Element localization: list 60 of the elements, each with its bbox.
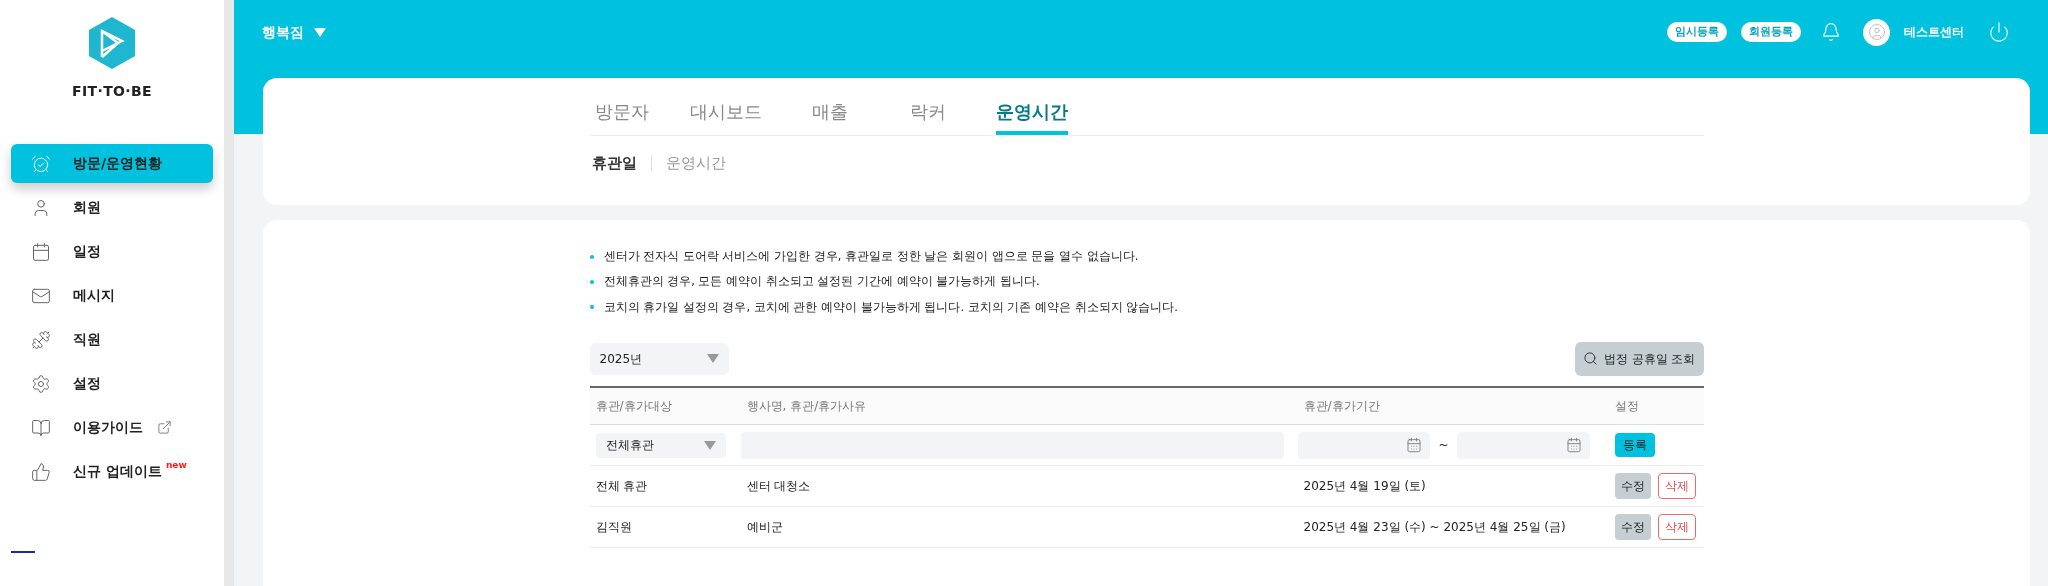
edit-button[interactable]: 수정 [1614,473,1651,500]
delete-button[interactable]: 삭제 [1657,473,1696,500]
menu-icon [31,373,51,394]
tab[interactable]: 운영시간 [995,98,1068,135]
note-text: 전체휴관의 경우, 모든 예약이 취소되고 설정된 기간에 예약이 불가능하게 됩니다. [603,273,1040,291]
menu-icon [31,241,51,262]
caret-icon [706,354,719,364]
sub-tab[interactable]: 휴관일 [591,152,637,175]
menu-icon [31,461,51,482]
note-text: 코치의 휴가일 설정의 경우, 코치에 관한 예약이 불가능하게 됩니다. 코치의 기존 예약은 취소되지 않습니다. [603,298,1178,316]
column-header: 설정 [1608,386,1704,425]
avatar-icon [1867,23,1886,41]
search-icon [1582,351,1598,367]
new-label: new [165,458,187,472]
menu-icon [31,329,51,350]
sidebar-item[interactable]: 직원 [11,320,213,359]
table-cell: 센터 대청소 [740,465,1298,507]
user-name: 테스트센터 [1904,24,1964,41]
table-cell: 김직원 [589,506,741,548]
bullet-icon [589,279,594,284]
sidebar-item[interactable]: 회원 [11,188,213,227]
sidebar-item[interactable]: 방문/운영현황 [11,144,213,183]
tab[interactable]: 매출 [799,98,860,135]
end-date-field[interactable] [1456,431,1590,459]
logo-text: FIT·TO·BE [72,82,152,101]
sidebar-item[interactable]: 메시지 [11,276,213,315]
menu-icon [31,417,51,438]
table-cell: 예비군 [740,506,1298,548]
calendar-icon [1406,437,1423,454]
sidebar-item[interactable]: 일정 [11,232,213,271]
bullet-icon [589,254,594,259]
column-header: 행사명, 휴관/휴가사유 [740,386,1298,425]
power-icon[interactable] [1988,21,2010,43]
menu-icon [31,153,51,174]
edit-button[interactable]: 수정 [1614,514,1651,541]
tab[interactable]: 락커 [897,98,958,135]
year-select[interactable]: 2025년 [589,342,729,375]
table-cell: 전체 휴관 [589,465,741,507]
caret-icon [314,27,326,37]
column-header: 휴관/휴가대상 [589,386,741,425]
tab[interactable]: 방문자 [591,98,652,135]
target-select[interactable]: 전체휴관 [595,432,726,458]
sidebar-item[interactable]: 설정 [11,364,213,403]
start-date-field[interactable] [1297,431,1431,459]
tab[interactable]: 대시보드 [689,98,762,135]
delete-button[interactable]: 삭제 [1657,514,1696,541]
notification-icon[interactable] [1821,22,1841,42]
logo-icon [88,17,136,69]
sidebar-item[interactable]: 신규 업데이트 new [11,452,213,491]
sidebar-item[interactable]: 이용가이드 [11,408,213,447]
note-text: 센터가 전자식 도어락 서비스에 가입한 경우, 휴관일로 정한 날은 회원이 앱으로 문을 열수 없습니다. [603,248,1139,265]
submit-button[interactable]: 등록 [1614,433,1655,458]
calendar-icon [1565,437,1582,454]
caret-icon [703,440,716,450]
bullet-icon [589,305,594,310]
column-header: 휴관/휴가기간 [1297,386,1609,425]
holiday-search-button[interactable]: 법정 공휴일 조회 [1574,341,1704,376]
table-cell: 2025년 4월 23일 (수) ~ 2025년 4월 25일 (금) [1297,506,1609,548]
table-cell: 2025년 4월 19일 (토) [1297,465,1609,507]
range-separator: ~ [1438,437,1449,455]
